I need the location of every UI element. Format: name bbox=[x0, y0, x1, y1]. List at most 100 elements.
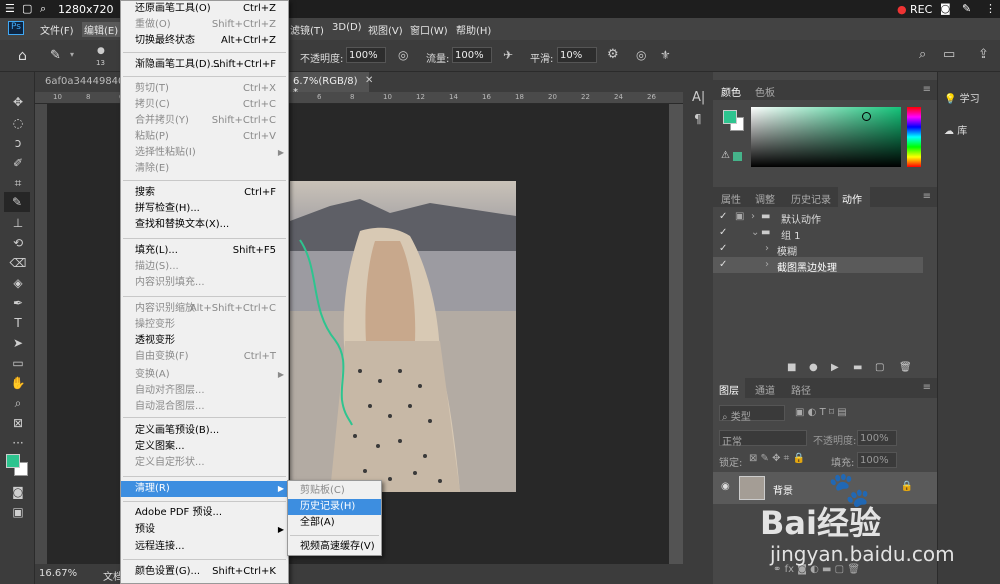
edit-menu-item[interactable]: 剪切(T) Ctrl+X bbox=[121, 81, 288, 97]
flow-input[interactable]: 100% bbox=[452, 47, 492, 63]
shape-tool-icon[interactable]: ▭ bbox=[9, 355, 27, 371]
record-icon[interactable]: ● bbox=[897, 3, 907, 16]
edit-menu-item[interactable]: 还原画笔工具(O) Ctrl+Z bbox=[121, 1, 288, 17]
frame-tool-icon[interactable]: ⊠ bbox=[9, 415, 27, 431]
check-icon[interactable]: ✓ bbox=[719, 211, 727, 222]
edit-menu-item[interactable]: 透视变形 bbox=[121, 333, 288, 349]
action-row[interactable]: ✓ › 模糊 bbox=[713, 241, 937, 258]
smart-filter-icon[interactable]: ▤ bbox=[837, 407, 846, 418]
check-icon[interactable]: ✓ bbox=[719, 259, 727, 270]
shape-filter-icon[interactable]: ⌑ bbox=[829, 407, 834, 418]
dialog-toggle-icon[interactable]: ▣ bbox=[735, 211, 744, 222]
pressure-opacity-icon[interactable]: ◎ bbox=[398, 48, 408, 62]
zoom-level[interactable]: 16.67% bbox=[39, 568, 77, 579]
eye-icon[interactable]: ◉ bbox=[721, 481, 730, 492]
menu-item-clipboard[interactable]: 剪贴板(C) bbox=[288, 483, 381, 499]
history-brush-icon[interactable]: ⟲ bbox=[9, 235, 27, 251]
layer-filter-select[interactable]: ⌕ 类型 bbox=[719, 405, 785, 423]
action-row[interactable]: ✓ ⌄ ▬ 组 1 bbox=[713, 225, 937, 242]
zoom-tool-icon[interactable]: ⌕ bbox=[9, 395, 27, 411]
edit-menu-item[interactable]: 内容识别缩放 Alt+Shift+Ctrl+C bbox=[121, 301, 288, 317]
menu-filter[interactable]: 滤镜(T) bbox=[290, 22, 324, 37]
hand-tool-icon[interactable]: ✋ bbox=[9, 375, 27, 391]
smooth-input[interactable]: 10% bbox=[557, 47, 597, 63]
learn-button[interactable]: 💡 学习 bbox=[944, 90, 980, 105]
close-icon[interactable]: ✕ bbox=[365, 75, 373, 86]
color-field[interactable] bbox=[751, 107, 901, 167]
edit-menu-item[interactable]: 查找和替换文本(X)... bbox=[121, 217, 288, 233]
more-icon[interactable]: ⋮ bbox=[985, 2, 996, 15]
tab-layers[interactable]: 图层 bbox=[713, 378, 745, 398]
chevron-down-icon[interactable]: ⌄ bbox=[751, 227, 759, 238]
gradient-tool-icon[interactable]: ◈ bbox=[9, 275, 27, 291]
chevron-down-icon[interactable]: ▾ bbox=[70, 50, 74, 59]
edit-menu-item[interactable]: 自动混合图层... bbox=[121, 399, 288, 415]
panel-menu-icon[interactable]: ≡ bbox=[923, 84, 931, 95]
check-icon[interactable]: ✓ bbox=[719, 243, 727, 254]
eraser-icon[interactable]: ⌫ bbox=[9, 255, 27, 271]
chevron-right-icon[interactable]: › bbox=[751, 211, 755, 222]
menu-file[interactable]: 文件(F) bbox=[40, 22, 74, 37]
edit-menu-item[interactable]: 颜色设置(G)... Shift+Ctrl+K bbox=[121, 564, 288, 580]
search-icon[interactable]: ⌕ bbox=[40, 2, 46, 16]
library-button[interactable]: ☁ 库 bbox=[944, 122, 967, 137]
blend-mode-select[interactable]: 正常 bbox=[719, 430, 807, 448]
color-fg-swatch[interactable] bbox=[723, 110, 737, 124]
menu-window[interactable]: 窗口(W) bbox=[410, 22, 448, 37]
websafe-swatch[interactable] bbox=[733, 152, 742, 161]
action-row[interactable]: ✓ ▣ › ▬ 默认动作 bbox=[713, 209, 937, 226]
edit-menu-item[interactable]: 搜索 Ctrl+F bbox=[121, 185, 288, 201]
share-icon[interactable]: ⇪ bbox=[978, 47, 989, 62]
opacity-input[interactable]: 100% bbox=[346, 47, 386, 63]
edit-menu-item[interactable]: 拼写检查(H)... bbox=[121, 201, 288, 217]
panel-menu-icon[interactable]: ≡ bbox=[923, 191, 931, 202]
search-icon[interactable]: ⌕ bbox=[919, 47, 926, 62]
edit-menu-item[interactable]: 合并拷贝(Y) Shift+Ctrl+C bbox=[121, 113, 288, 129]
edit-menu-item[interactable]: 预设 ▶ bbox=[121, 522, 288, 538]
hue-slider[interactable] bbox=[907, 107, 921, 167]
menu-edit[interactable]: 编辑(E) bbox=[82, 22, 121, 37]
edit-menu-item[interactable]: 内容识别填充... bbox=[121, 275, 288, 291]
edit-menu-item[interactable]: 清理(R) ▶ bbox=[121, 481, 288, 497]
tab-history[interactable]: 历史记录 bbox=[791, 191, 831, 206]
menu-item-history[interactable]: 历史记录(H) bbox=[288, 499, 381, 515]
lasso-tool-icon[interactable]: ↄ bbox=[9, 135, 27, 151]
chevron-right-icon[interactable]: › bbox=[765, 243, 769, 254]
chevron-right-icon[interactable]: › bbox=[765, 259, 769, 270]
move-tool-icon[interactable]: ✥ bbox=[9, 94, 27, 110]
layer-opacity-input[interactable]: 100% bbox=[857, 430, 897, 446]
check-icon[interactable]: ✓ bbox=[719, 227, 727, 238]
type-filter-icon[interactable]: T bbox=[820, 407, 826, 418]
edit-menu-item[interactable]: 远程连接... bbox=[121, 539, 288, 555]
brush-preset-icon[interactable]: ● bbox=[97, 46, 105, 56]
tab-paths[interactable]: 路径 bbox=[791, 382, 811, 397]
edit-menu-item[interactable]: 变换(A) ▶ bbox=[121, 367, 288, 383]
edit-menu-item[interactable]: 定义自定形状... bbox=[121, 455, 288, 471]
symmetry-icon[interactable]: ⚜ bbox=[660, 48, 671, 62]
adjust-filter-icon[interactable]: ◐ bbox=[808, 407, 817, 418]
tab-channels[interactable]: 通道 bbox=[755, 382, 775, 397]
tab-document-active[interactable]: 6.7%(RGB/8) * bbox=[289, 72, 369, 98]
quick-select-icon[interactable]: ✐ bbox=[9, 155, 27, 171]
edit-menu-item[interactable]: Adobe PDF 预设... bbox=[121, 505, 288, 521]
paragraph-panel-icon[interactable]: ¶ bbox=[694, 112, 702, 126]
pen-tool-icon[interactable]: ✒ bbox=[9, 295, 27, 311]
tab-swatches[interactable]: 色板 bbox=[755, 84, 775, 99]
quick-mask-icon[interactable]: ◙ bbox=[9, 484, 27, 500]
brush-tool-icon[interactable]: ✎ bbox=[4, 192, 30, 212]
tab-adjustments[interactable]: 调整 bbox=[755, 191, 775, 206]
edit-menu-item[interactable]: 定义图案... bbox=[121, 439, 288, 455]
menu-3d[interactable]: 3D(D) bbox=[332, 22, 362, 33]
more-tools-icon[interactable]: ··· bbox=[9, 435, 27, 451]
panel-menu-icon[interactable]: ≡ bbox=[923, 382, 931, 393]
tab-properties[interactable]: 属性 bbox=[721, 191, 741, 206]
screen-mode-icon[interactable]: ▣ bbox=[9, 504, 27, 520]
edit-menu-item[interactable]: 拷贝(C) Ctrl+C bbox=[121, 97, 288, 113]
color-picker-marker[interactable] bbox=[862, 112, 871, 121]
tab-color[interactable]: 颜色 bbox=[721, 84, 741, 99]
pixel-filter-icon[interactable]: ▣ bbox=[795, 407, 804, 418]
edit-menu-item[interactable]: 切换最终状态 Alt+Ctrl+Z bbox=[121, 33, 288, 49]
crop-tool-icon[interactable]: ⌗ bbox=[9, 175, 27, 191]
edit-menu-item[interactable]: 选择性粘贴(I) ▶ bbox=[121, 145, 288, 161]
camera-icon[interactable]: ◙ bbox=[940, 2, 951, 15]
